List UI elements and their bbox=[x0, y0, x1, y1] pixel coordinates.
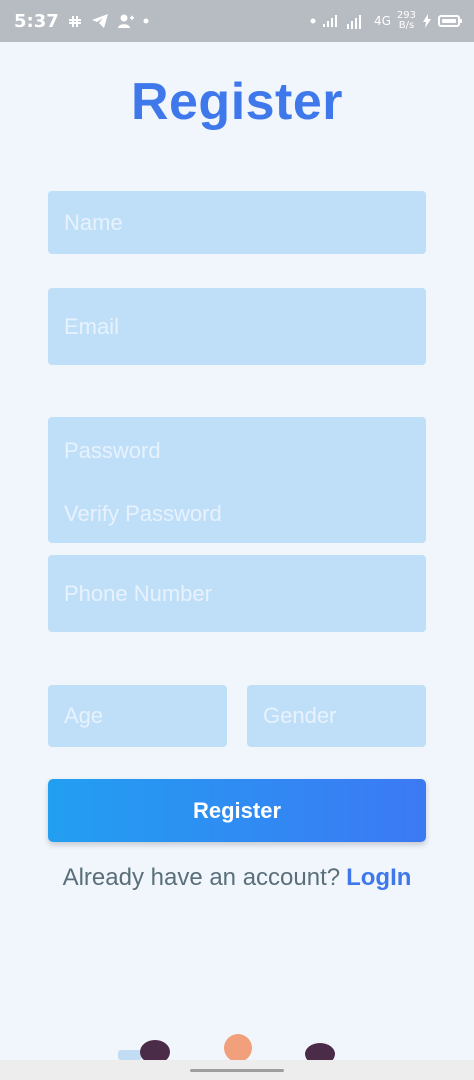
network-speed: 293 B/s bbox=[397, 11, 416, 31]
add-user-icon bbox=[117, 13, 135, 29]
password-placeholder: Password bbox=[64, 438, 161, 463]
email-placeholder: Email bbox=[64, 313, 120, 339]
verify-password-input[interactable]: Verify Password bbox=[64, 498, 426, 530]
login-link[interactable]: LogIn bbox=[346, 864, 411, 891]
verify-password-placeholder: Verify Password bbox=[64, 501, 222, 526]
status-bar: 5:37 4G 293 B/s bbox=[0, 0, 474, 42]
battery-icon bbox=[438, 15, 462, 27]
register-button[interactable]: Register bbox=[48, 779, 426, 842]
page-title: Register bbox=[130, 73, 344, 131]
password-input[interactable]: Password bbox=[64, 435, 426, 467]
email-input[interactable]: Email bbox=[48, 288, 426, 365]
bottom-illustration bbox=[118, 1034, 335, 1060]
gender-placeholder: Gender bbox=[263, 703, 337, 728]
network-type: 4G bbox=[373, 14, 391, 28]
login-prompt-row: Already have an account? LogIn bbox=[0, 864, 474, 892]
age-placeholder: Age bbox=[64, 703, 104, 728]
status-left: 5:37 bbox=[14, 11, 149, 32]
name-placeholder: Name bbox=[64, 209, 123, 235]
slack-icon bbox=[67, 13, 83, 29]
status-right: 4G 293 B/s bbox=[310, 11, 462, 31]
age-input[interactable]: Age bbox=[48, 685, 227, 747]
signal-icon bbox=[322, 14, 340, 28]
dot-icon bbox=[310, 18, 316, 24]
charging-icon bbox=[422, 14, 432, 28]
clock-time: 5:37 bbox=[14, 10, 59, 32]
illustration-person-2-head bbox=[224, 1034, 252, 1060]
phone-number-placeholder: Phone Number bbox=[64, 580, 212, 606]
battery-fill bbox=[442, 19, 456, 23]
login-prompt-text: Already have an account? bbox=[62, 864, 341, 891]
phone-number-input[interactable]: Phone Number bbox=[48, 555, 426, 632]
illustration-person-3-hair bbox=[305, 1043, 335, 1060]
telegram-icon bbox=[91, 13, 109, 29]
signal-4g-icon bbox=[346, 12, 368, 30]
gender-input[interactable]: Gender bbox=[247, 685, 426, 747]
home-handle[interactable] bbox=[190, 1069, 284, 1072]
dot-icon bbox=[143, 18, 149, 24]
navigation-bar bbox=[0, 1060, 474, 1080]
illustration-shape-1 bbox=[118, 1050, 142, 1060]
password-group: Password Verify Password bbox=[48, 417, 426, 543]
speed-unit: B/s bbox=[398, 20, 415, 31]
illustration-person-1-hair bbox=[140, 1040, 170, 1060]
name-input[interactable]: Name bbox=[48, 191, 426, 254]
